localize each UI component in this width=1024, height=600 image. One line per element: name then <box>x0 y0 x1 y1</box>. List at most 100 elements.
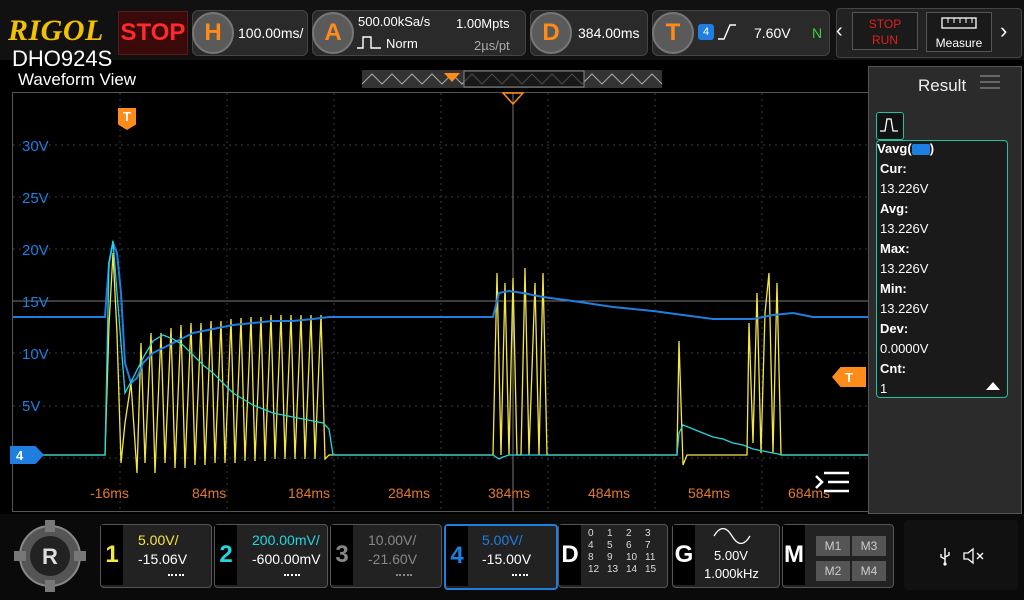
d-ch-4: 4 <box>588 540 594 551</box>
trigger-position-icon <box>444 70 460 88</box>
d-ch-5: 5 <box>607 540 613 551</box>
y-label-15v: 15V <box>22 294 49 311</box>
d-ch-15: 15 <box>645 564 657 575</box>
ch2-coupling-icon <box>284 574 300 580</box>
math-key: M <box>783 525 805 585</box>
row-label-cur: Cur: <box>880 161 907 176</box>
sample-rate: 500.00kSa/s <box>358 14 431 29</box>
d-ch-2: 2 <box>626 528 632 539</box>
collapse-up-icon[interactable] <box>986 378 1000 396</box>
measurement-type-icon[interactable] <box>876 112 904 140</box>
row-label-cnt: Cnt: <box>880 361 906 376</box>
ch1-scale: 5.00V/ <box>138 532 179 548</box>
y-label-30v: 30V <box>22 138 49 155</box>
row-value-cur: 13.226V <box>880 181 929 196</box>
delay-value: 384.00ms <box>578 25 640 41</box>
x-label-0: -16ms <box>90 485 129 501</box>
d-ch-7: 7 <box>645 540 651 551</box>
trigger-status: N <box>812 25 823 41</box>
digital-channel-grid: 0 1 2 3 4 5 6 7 8 9 10 11 12 13 14 15 <box>588 528 664 575</box>
trigger-level: 7.60V <box>754 25 791 41</box>
x-label-3: 284ms <box>388 485 431 501</box>
delay-center-marker <box>501 92 525 111</box>
math-m3-button[interactable]: M3 <box>852 536 886 556</box>
row-label-max: Max: <box>880 241 910 256</box>
measurement-close: ) <box>929 141 935 156</box>
stop-status-button[interactable]: STOP <box>118 11 188 55</box>
d-ch-10: 10 <box>626 552 638 563</box>
memory-depth: 1.00Mpts <box>456 16 510 31</box>
row-label-avg: Avg: <box>880 201 909 216</box>
ch2-scale: 200.00mV/ <box>252 532 320 548</box>
x-label-4: 384ms <box>488 485 531 501</box>
acquire-pulse-icon <box>356 34 382 55</box>
memory-overview[interactable] <box>361 70 663 88</box>
ch4-number: 4 <box>446 526 468 586</box>
ruler-icon <box>941 17 977 29</box>
measurement-func: Vavg( <box>877 141 912 156</box>
math-m4-button[interactable]: M4 <box>852 561 886 581</box>
x-label-1: 84ms <box>192 485 227 501</box>
gear-menu-icon[interactable]: R <box>12 518 88 594</box>
measurement-name: Vavg() <box>877 141 934 156</box>
x-label-5: 484ms <box>588 485 631 501</box>
stop-run-button[interactable]: STOP RUN <box>852 12 918 50</box>
result-title: Result <box>918 76 967 95</box>
stop-run-line2: RUN <box>872 33 898 47</box>
ch2-number: 2 <box>215 525 237 585</box>
d-ch-12: 12 <box>588 564 600 575</box>
math-m2-button[interactable]: M2 <box>816 561 850 581</box>
time-per-point: 2µs/pt <box>474 38 510 53</box>
digital-key: D <box>559 525 581 585</box>
x-label-2: 184ms <box>288 485 331 501</box>
waveform-grid[interactable] <box>12 92 870 512</box>
ch4-coupling-icon <box>512 574 528 580</box>
ch1-offset: -15.06V <box>138 551 188 567</box>
generator-amplitude: 5.00V <box>714 548 748 563</box>
row-value-max: 13.226V <box>880 261 929 276</box>
usb-icon <box>938 546 952 571</box>
waveform-view-title: Waveform View <box>18 70 137 89</box>
status-area <box>904 520 1018 590</box>
ch3-coupling-icon <box>396 574 412 580</box>
math-m1-button[interactable]: M1 <box>816 536 850 556</box>
chevron-left-icon[interactable]: ‹ <box>836 20 843 43</box>
ch1-number: 1 <box>101 525 123 585</box>
d-ch-3: 3 <box>645 528 651 539</box>
ch3-offset: -21.60V <box>368 551 418 567</box>
measurement-source-badge <box>911 144 930 156</box>
rising-edge-icon <box>716 22 738 47</box>
row-label-dev: Dev: <box>880 321 909 336</box>
chevron-right-icon[interactable]: › <box>1000 18 1007 44</box>
y-label-20v: 20V <box>22 242 49 259</box>
speaker-muted-icon[interactable] <box>962 546 986 571</box>
hamburger-icon[interactable] <box>980 74 1000 95</box>
ch4-offset: -15.00V <box>482 551 532 567</box>
d-ch-8: 8 <box>588 552 594 563</box>
horizontal-key[interactable]: H <box>192 12 234 54</box>
acquire-key[interactable]: A <box>312 12 354 54</box>
ch3-number: 3 <box>331 525 353 585</box>
brand-logo: RIGOL <box>8 14 104 47</box>
d-ch-1: 1 <box>607 528 613 539</box>
trigger-source-badge: 4 <box>698 24 714 40</box>
acquire-mode: Norm <box>386 36 418 51</box>
delay-key[interactable]: D <box>530 12 572 54</box>
row-value-avg: 13.226V <box>880 221 929 236</box>
y-label-25v: 25V <box>22 190 49 207</box>
trigger-key[interactable]: T <box>652 12 694 54</box>
measure-label: Measure <box>935 36 983 50</box>
y-label-10v: 10V <box>22 346 49 363</box>
d-ch-9: 9 <box>607 552 613 563</box>
measure-button[interactable]: Measure <box>926 12 992 52</box>
x-label-6: 584ms <box>688 485 731 501</box>
sine-wave-icon <box>712 527 752 549</box>
row-value-dev: 0.0000V <box>880 341 929 356</box>
menu-icon[interactable] <box>814 470 850 501</box>
generator-frequency: 1.000kHz <box>704 566 759 581</box>
d-ch-13: 13 <box>607 564 619 575</box>
svg-text:R: R <box>42 544 58 569</box>
generator-key: G <box>673 525 695 585</box>
ch2-offset: -600.00mV <box>252 551 321 567</box>
d-ch-11: 11 <box>645 552 656 563</box>
